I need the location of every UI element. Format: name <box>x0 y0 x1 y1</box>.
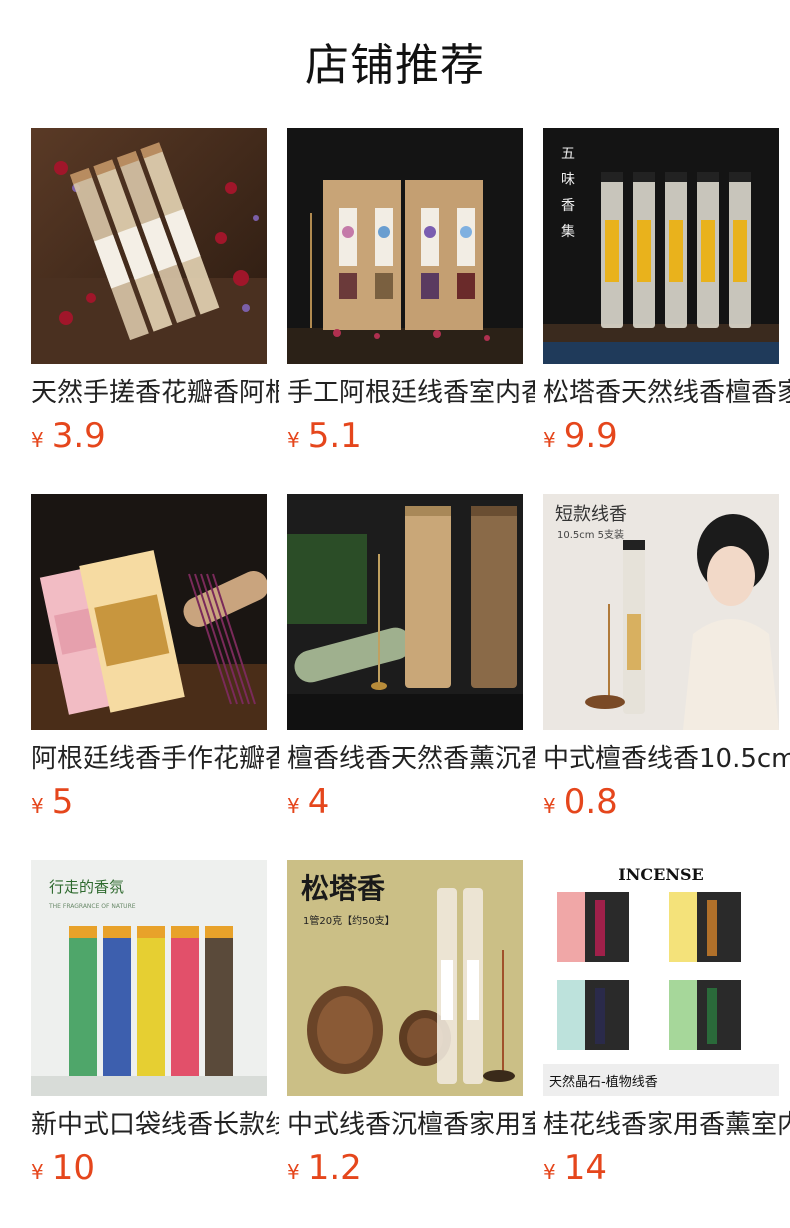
incense-box-grid-icon: INCENSE 天然晶石-植物线香 <box>543 860 779 1096</box>
price-value: 4 <box>307 782 330 822</box>
product-image[interactable] <box>31 128 267 364</box>
product-name[interactable]: 阿根廷线香手作花瓣香 <box>31 740 279 778</box>
product-grid: 天然手搓香花瓣香阿根 ¥3.9 手工阿根廷线香室内香 ¥ 5.1 五味香集 松塔… <box>31 128 790 1226</box>
product-price: ¥1.2 <box>287 1146 362 1190</box>
image-label: 行走的香氛 <box>49 878 124 896</box>
product-card[interactable]: 短款线香 10.5cm 5支装 中式檀香线香10.5cm ¥0.8 <box>543 494 790 860</box>
currency-symbol: ¥ <box>31 794 44 818</box>
product-card[interactable]: 阿根廷线香手作花瓣香 ¥5 <box>31 494 279 860</box>
kraft-incense-packs-icon <box>287 128 523 364</box>
product-price: ¥9.9 <box>543 414 618 458</box>
price-value: 9.9 <box>563 416 618 456</box>
paper-tubes-incense-icon <box>287 494 523 730</box>
product-image[interactable] <box>31 494 267 730</box>
product-price: ¥4 <box>287 780 329 824</box>
image-label: INCENSE <box>618 865 703 884</box>
product-price: ¥0.8 <box>543 780 618 824</box>
glass-tubes-yellow-labels-icon: 五味香集 <box>543 128 779 364</box>
currency-symbol: ¥ <box>543 1160 556 1184</box>
image-label: 松塔香 <box>301 872 385 905</box>
product-image[interactable]: 短款线香 10.5cm 5支装 <box>543 494 779 730</box>
price-value: 5.1 <box>307 416 362 456</box>
price-value: 0.8 <box>563 782 618 822</box>
product-card[interactable]: 五味香集 松塔香天然线香檀香家 ¥ 9.9 <box>543 128 790 494</box>
image-label: 短款线香 <box>555 504 627 525</box>
currency-symbol: ¥ <box>287 1160 300 1184</box>
price-value: 14 <box>563 1148 607 1188</box>
product-image[interactable] <box>287 494 523 730</box>
recommendation-page: 店铺推荐 天然手搓香花瓣香阿根 ¥ 3.9 手工阿根廷线香室内香 ¥ 5.1 五… <box>0 0 790 1228</box>
product-name[interactable]: 檀香线香天然香薰沉香 <box>287 740 535 778</box>
product-price: ¥3.9 <box>31 414 106 458</box>
price-value: 10 <box>51 1148 95 1188</box>
image-sublabel: 1管20克【约50支】 <box>303 914 395 927</box>
product-card[interactable]: 行走的香氛 THE FRAGRANCE OF NATURE 新中式口袋线香长款线 <box>31 860 279 1226</box>
woman-hanfu-incense-tube-icon: 短款线香 10.5cm 5支装 <box>543 494 779 730</box>
product-price: ¥10 <box>31 1146 95 1190</box>
product-image[interactable]: 五味香集 <box>543 128 779 364</box>
price-value: 1.2 <box>307 1148 362 1188</box>
currency-symbol: ¥ <box>31 1160 44 1184</box>
product-name[interactable]: 桂花线香家用香薰室内 <box>543 1106 790 1144</box>
product-name[interactable]: 天然手搓香花瓣香阿根 <box>31 374 279 412</box>
product-image[interactable] <box>287 128 523 364</box>
product-image[interactable]: 松塔香 1管20克【约50支】 <box>287 860 523 1096</box>
currency-symbol: ¥ <box>543 428 556 452</box>
product-name[interactable]: 中式线香沉檀香家用室 <box>287 1106 535 1144</box>
product-image[interactable]: 行走的香氛 THE FRAGRANCE OF NATURE <box>31 860 267 1096</box>
incense-tubes-flowers-icon <box>31 128 267 364</box>
price-value: 5 <box>51 782 74 822</box>
product-name[interactable]: 松塔香天然线香檀香家 <box>543 374 790 412</box>
product-price: ¥5 <box>31 780 73 824</box>
currency-symbol: ¥ <box>287 794 300 818</box>
currency-symbol: ¥ <box>287 428 300 452</box>
product-card[interactable]: 松塔香 1管20克【约50支】 中式线香沉檀香家用室 ¥1.2 <box>287 860 535 1226</box>
image-sublabel: 10.5cm 5支装 <box>557 528 624 541</box>
colorful-incense-boxes-icon: 行走的香氛 THE FRAGRANCE OF NATURE <box>31 860 267 1096</box>
currency-symbol: ¥ <box>543 794 556 818</box>
product-card[interactable]: INCENSE 天然晶石-植物线香 桂花线香家用香薰室内 ¥ 14 <box>543 860 790 1226</box>
product-card[interactable]: 天然手搓香花瓣香阿根 ¥3.9 <box>31 128 279 494</box>
currency-symbol: ¥ <box>31 428 44 452</box>
image-sublabel: 天然晶石-植物线香 <box>549 1074 658 1090</box>
pine-cones-incense-icon: 松塔香 1管20克【约50支】 <box>287 860 523 1096</box>
product-name[interactable]: 新中式口袋线香长款线 <box>31 1106 279 1144</box>
product-card[interactable]: 手工阿根廷线香室内香 ¥5.1 <box>287 128 535 494</box>
product-image[interactable]: INCENSE 天然晶石-植物线香 <box>543 860 779 1096</box>
incense-boxes-purple-sticks-icon <box>31 494 267 730</box>
image-sublabel: THE FRAGRANCE OF NATURE <box>48 903 136 910</box>
page-title: 店铺推荐 <box>305 40 485 91</box>
product-name[interactable]: 手工阿根廷线香室内香 <box>287 374 535 412</box>
product-name[interactable]: 中式檀香线香10.5cm <box>543 740 790 778</box>
price-value: 3.9 <box>51 416 106 456</box>
product-price: ¥5.1 <box>287 414 362 458</box>
product-card[interactable]: 檀香线香天然香薰沉香 ¥4 <box>287 494 535 860</box>
product-price: ¥14 <box>543 1146 607 1190</box>
